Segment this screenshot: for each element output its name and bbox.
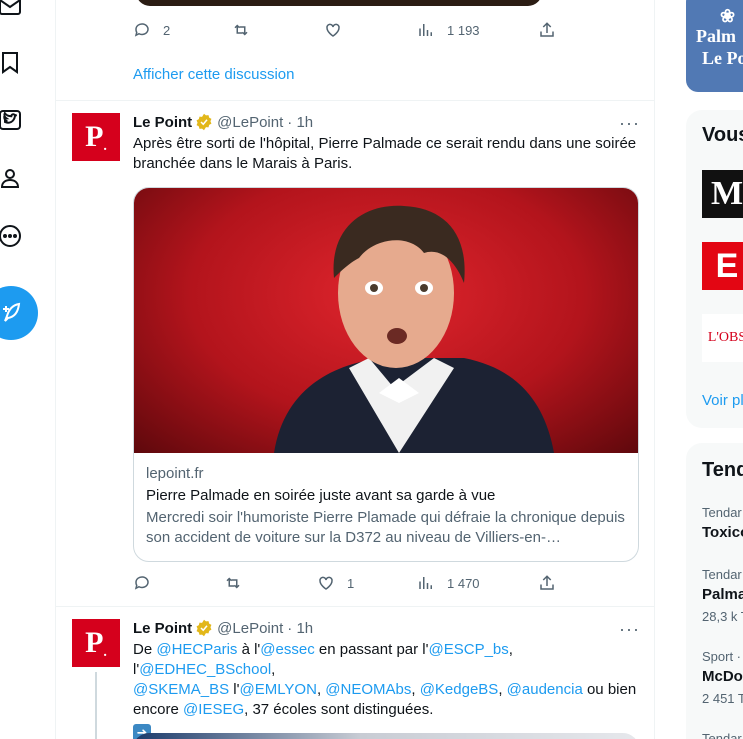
trend-name[interactable]: Palma <box>702 586 743 603</box>
link-card[interactable]: lepoint.fr Pierre Palmade en soirée just… <box>133 187 639 562</box>
like-button[interactable] <box>324 21 342 39</box>
reply-button[interactable] <box>133 574 151 592</box>
card-body: lepoint.fr Pierre Palmade en soirée just… <box>146 464 628 548</box>
tweet-text: Après être sorti de l'hôpital, Pierre Pa… <box>133 135 637 172</box>
author-name[interactable]: Le Point <box>133 620 192 637</box>
compose-tweet-icon <box>3 302 21 322</box>
right-sidebar: ❀ Palm Le Po Vous M E L'OBS Voir pl Tend… <box>686 0 743 739</box>
author-name[interactable]: Le Point <box>133 114 192 131</box>
bookmark-icon[interactable] <box>0 48 24 76</box>
tweet-time[interactable]: · 1h <box>287 620 313 637</box>
tweet-text: De @HECParis à l'@essec en passant par l… <box>133 640 639 739</box>
mention-link[interactable]: @SKEMA_BS <box>133 681 229 698</box>
thread-line <box>95 672 97 739</box>
trend-category: Sport · <box>702 649 742 664</box>
card-description: Mercredi soir l'humoriste Pierre Plamade… <box>146 509 625 546</box>
lexpress-logo[interactable]: E <box>702 242 743 290</box>
views-button[interactable]: 1 470 <box>417 574 480 592</box>
card-domain: lepoint.fr <box>146 465 204 482</box>
views-button[interactable]: 1 193 <box>417 21 480 39</box>
timeline: 2 1 193 Afficher cette discussion P. Le … <box>55 0 655 739</box>
avatar-logo: P. <box>85 119 107 154</box>
mention-link[interactable]: @HECParis <box>156 641 237 658</box>
share-icon <box>540 22 554 37</box>
previous-tweet-image[interactable] <box>136 0 542 6</box>
trend-count: 28,3 k T <box>702 609 743 624</box>
panel-title: Tend <box>702 459 743 481</box>
flower-icon: ❀ <box>720 6 736 26</box>
heart-icon <box>319 576 333 590</box>
card-title: Pierre Palmade en soirée juste avant sa … <box>146 487 496 504</box>
lobs-logo[interactable]: L'OBS <box>702 314 743 362</box>
share-button[interactable] <box>538 574 556 592</box>
mention-link[interactable]: @IESEG <box>183 701 244 718</box>
trend-name[interactable]: Toxico <box>702 524 743 541</box>
views-icon <box>419 577 432 589</box>
divider <box>56 100 654 101</box>
profile-icon[interactable] <box>0 164 24 192</box>
trend-count: 2 451 T <box>702 691 743 706</box>
show-thread-link[interactable]: Afficher cette discussion <box>133 66 294 83</box>
tweet-time[interactable]: · 1h <box>287 114 313 131</box>
divider <box>56 606 654 607</box>
heart-icon <box>326 23 340 37</box>
see-more-link[interactable]: Voir pl <box>702 392 743 409</box>
mention-link[interactable]: @ESCP_bs <box>429 641 509 658</box>
mention-link[interactable]: @audencia <box>507 681 583 698</box>
retweet-button[interactable] <box>224 574 242 592</box>
verified-badge-icon <box>196 113 212 131</box>
panel-title: Vous <box>702 124 743 146</box>
le-monde-logo[interactable]: M <box>702 170 743 218</box>
trend-category: Tendar <box>702 731 742 739</box>
more-circle-icon[interactable] <box>0 222 24 250</box>
avatar-logo: P. <box>85 625 107 660</box>
share-icon <box>540 575 554 590</box>
like-button[interactable]: 1 <box>317 574 354 592</box>
portrait-illustration <box>274 205 554 453</box>
retweet-icon <box>226 577 240 589</box>
reply-icon <box>134 23 149 37</box>
promo-line-1: Palm <box>696 26 736 46</box>
author-handle[interactable]: @LePoint <box>217 620 283 637</box>
twitter-blue-icon[interactable] <box>0 106 24 134</box>
trends-panel: Tend Tendar Toxico Tendar Palma 28,3 k T… <box>686 443 743 739</box>
reply-count: 2 <box>163 22 171 38</box>
mention-link[interactable]: @EDHEC_BSchool <box>139 661 271 678</box>
avatar[interactable]: P. <box>72 619 120 667</box>
mention-link[interactable]: @KedgeBS <box>420 681 499 698</box>
who-to-follow-panel: Vous M E L'OBS Voir pl <box>686 110 743 428</box>
views-count: 1 470 <box>447 575 480 591</box>
like-count: 1 <box>347 575 355 591</box>
card-image <box>134 188 638 453</box>
reply-icon <box>134 576 149 590</box>
verified-badge-icon <box>196 619 212 637</box>
tweet-image[interactable] <box>133 733 639 739</box>
compose-tweet-button[interactable] <box>0 286 38 340</box>
tweet-header: Le Point @LePoint · 1h <box>133 619 313 637</box>
trend-category: Tendar <box>702 505 742 520</box>
trend-category: Tendar <box>702 567 742 582</box>
views-count: 1 193 <box>447 22 480 38</box>
tweet-header: Le Point @LePoint · 1h <box>133 113 313 131</box>
reply-button[interactable]: 2 <box>133 21 170 39</box>
left-nav <box>0 0 56 739</box>
mention-link[interactable]: @essec <box>260 641 314 658</box>
retweet-icon <box>234 24 248 36</box>
promo-line-2: Le Po <box>702 48 743 68</box>
views-icon <box>419 24 432 36</box>
promo-banner[interactable]: ❀ Palm Le Po <box>686 0 743 92</box>
trend-name[interactable]: McDo <box>702 668 743 685</box>
mail-icon[interactable] <box>0 0 24 20</box>
retweet-button[interactable] <box>232 21 250 39</box>
avatar[interactable]: P. <box>72 113 120 161</box>
mention-link[interactable]: @NEOMAbs <box>325 681 411 698</box>
author-handle[interactable]: @LePoint <box>217 114 283 131</box>
share-button[interactable] <box>538 21 556 39</box>
mention-link[interactable]: @EMLYON <box>239 681 316 698</box>
